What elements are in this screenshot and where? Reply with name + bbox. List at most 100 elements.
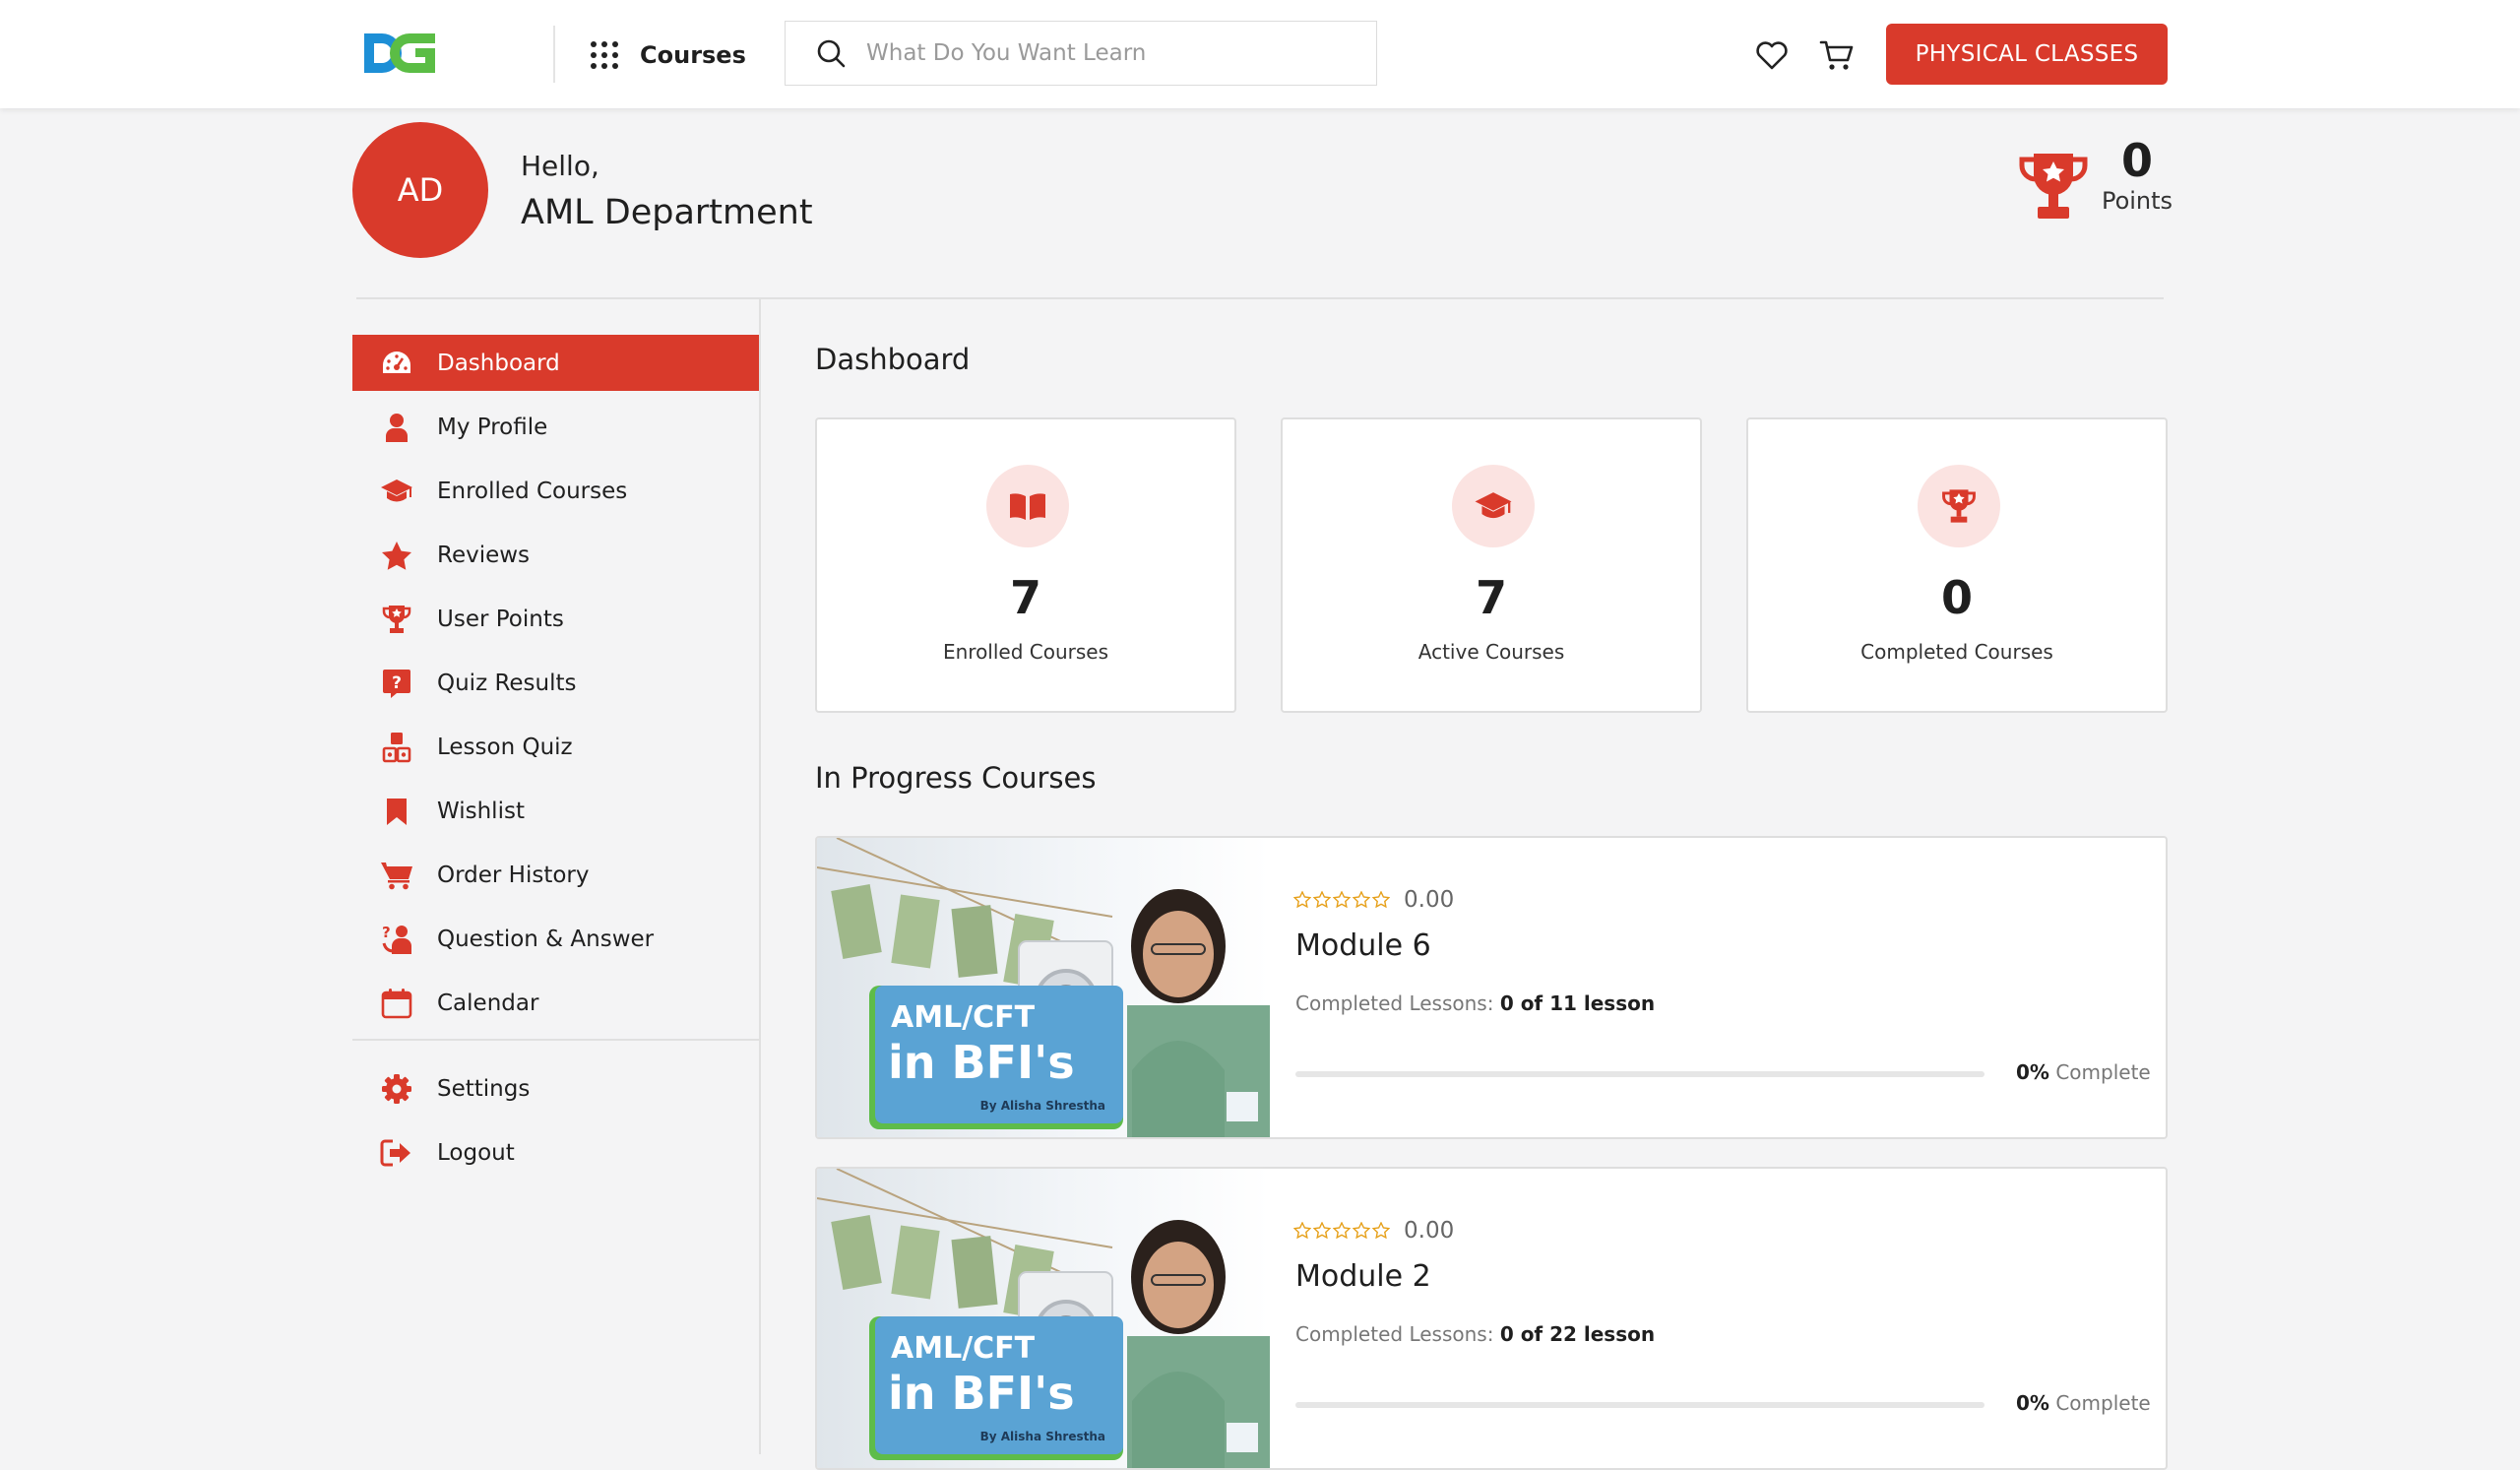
progress-bar [1295, 1071, 1984, 1077]
star-outline-icon [1372, 1222, 1390, 1240]
sidebar-item-label: Logout [437, 1139, 515, 1166]
site-logo[interactable] [360, 28, 439, 83]
sidebar-item-order-history[interactable]: Order History [352, 847, 759, 903]
star-outline-icon [1313, 1222, 1331, 1240]
gear-icon [382, 1073, 411, 1104]
search-icon [817, 39, 846, 68]
qa-icon: ? [382, 924, 411, 954]
sidebar-item-user-points[interactable]: User Points [352, 591, 759, 647]
points-label: Points [2101, 187, 2174, 215]
sidebar-item-label: My Profile [437, 414, 548, 440]
sidebar-divider [759, 297, 761, 1454]
star-outline-icon [1353, 891, 1370, 909]
grid-dots-icon [591, 41, 618, 69]
blocks-icon [382, 732, 411, 762]
rating-value: 0.00 [1404, 1218, 1455, 1244]
cart-icon [381, 862, 412, 889]
sidebar-item-enrolled-courses[interactable]: Enrolled Courses [352, 463, 759, 519]
course-card[interactable]: AML/CFT in BFI's By Alisha Shrestha 0.00… [815, 836, 2168, 1139]
trophy-icon [382, 605, 411, 633]
completed-lessons: Completed Lessons: 0 of 22 lesson [1295, 1322, 1656, 1346]
thumbnail-title-line1: AML/CFT [891, 1331, 1036, 1366]
wishlist-heart-icon[interactable] [1754, 37, 1790, 73]
dashboard-title: Dashboard [815, 343, 971, 376]
star-outline-icon [1333, 1222, 1351, 1240]
sidebar-item-wishlist[interactable]: Wishlist [352, 783, 759, 839]
in-progress-title: In Progress Courses [815, 761, 1097, 795]
sidebar-item-my-profile[interactable]: My Profile [352, 399, 759, 455]
sidebar-item-label: Quiz Results [437, 670, 577, 696]
sidebar-item-reviews[interactable]: Reviews [352, 527, 759, 583]
top-navbar: Courses PHYSICAL CLASSES [0, 0, 2520, 108]
thumbnail-author: By Alisha Shrestha [980, 1099, 1105, 1113]
sidebar-separator [352, 1039, 759, 1041]
question-icon: ? [383, 669, 410, 698]
star-outline-icon [1313, 891, 1331, 909]
progress-text: 0% Complete [2016, 1391, 2151, 1415]
courses-menu-label: Courses [640, 41, 746, 69]
sidebar-item-label: Enrolled Courses [437, 478, 628, 504]
user-icon [386, 413, 408, 442]
sidebar-item-logout[interactable]: Logout [352, 1124, 759, 1181]
thumbnail-title-line1: AML/CFT [891, 1000, 1036, 1035]
header-divider-line [356, 297, 2164, 299]
trophy-icon [2019, 154, 2088, 219]
course-thumbnail[interactable]: AML/CFT in BFI's By Alisha Shrestha [817, 1169, 1270, 1470]
star-icon [382, 541, 411, 570]
sidebar-item-dashboard[interactable]: Dashboard [352, 335, 759, 391]
dashboard-icon [383, 351, 410, 373]
course-rating: 0.00 [1293, 1218, 1454, 1244]
thumbnail-title-line2: in BFI's [888, 1036, 1075, 1089]
bookmark-icon [387, 798, 407, 825]
graduation-cap-icon [1475, 492, 1512, 519]
stat-card-active[interactable]: 7 Active Courses [1281, 417, 1702, 713]
star-outline-icon [1353, 1222, 1370, 1240]
sidebar-nav: Dashboard My Profile Enrolled Courses Re… [352, 335, 759, 1188]
sidebar-item-quiz-results[interactable]: ? Quiz Results [352, 655, 759, 711]
course-title[interactable]: Module 6 [1295, 928, 1431, 963]
star-outline-icon [1333, 891, 1351, 909]
sidebar-item-label: Order History [437, 862, 590, 888]
star-outline-icon [1372, 891, 1390, 909]
sidebar-item-question-answer[interactable]: ? Question & Answer [352, 911, 759, 967]
greeting-text: Hello, [521, 150, 599, 182]
progress-text: 0% Complete [2016, 1060, 2151, 1084]
search-bar[interactable] [785, 21, 1377, 86]
sidebar-item-label: User Points [437, 606, 564, 632]
points-value: 0 [2120, 134, 2153, 187]
completed-lessons: Completed Lessons: 0 of 11 lesson [1295, 991, 1656, 1015]
search-input[interactable] [864, 39, 1341, 67]
graduation-cap-icon [381, 479, 412, 501]
sidebar-item-settings[interactable]: Settings [352, 1060, 759, 1117]
thumbnail-author: By Alisha Shrestha [980, 1430, 1105, 1443]
stat-label: Completed Courses [1860, 640, 2053, 664]
stat-value: 7 [1475, 571, 1507, 624]
sidebar-item-label: Settings [437, 1075, 531, 1102]
svg-text:?: ? [392, 673, 402, 693]
avatar[interactable]: AD [352, 122, 488, 258]
stat-card-completed[interactable]: 0 Completed Courses [1746, 417, 2168, 713]
star-outline-icon [1293, 1222, 1311, 1240]
sidebar-item-calendar[interactable]: Calendar [352, 975, 759, 1031]
cart-icon[interactable] [1819, 37, 1855, 73]
course-title[interactable]: Module 2 [1295, 1259, 1431, 1294]
stat-card-enrolled[interactable]: 7 Enrolled Courses [815, 417, 1236, 713]
course-thumbnail[interactable]: AML/CFT in BFI's By Alisha Shrestha [817, 838, 1270, 1139]
course-card[interactable]: AML/CFT in BFI's By Alisha Shrestha 0.00… [815, 1167, 2168, 1470]
sidebar-item-label: Lesson Quiz [437, 734, 573, 760]
course-rating: 0.00 [1293, 887, 1454, 913]
courses-menu-button[interactable]: Courses [591, 35, 746, 75]
stat-value: 7 [1009, 571, 1041, 624]
logout-icon [380, 1139, 410, 1166]
stat-label: Enrolled Courses [942, 640, 1109, 664]
user-name: AML Department [521, 193, 813, 232]
sidebar-item-label: Calendar [437, 990, 539, 1016]
star-outline-icon [1293, 891, 1311, 909]
sidebar-item-label: Wishlist [437, 798, 525, 824]
stat-value: 0 [1940, 571, 1973, 624]
stat-label: Active Courses [1418, 640, 1565, 664]
sidebar-item-lesson-quiz[interactable]: Lesson Quiz [352, 719, 759, 775]
calendar-icon [381, 988, 412, 1018]
physical-classes-button[interactable]: PHYSICAL CLASSES [1886, 24, 2168, 85]
svg-text:?: ? [382, 924, 391, 941]
